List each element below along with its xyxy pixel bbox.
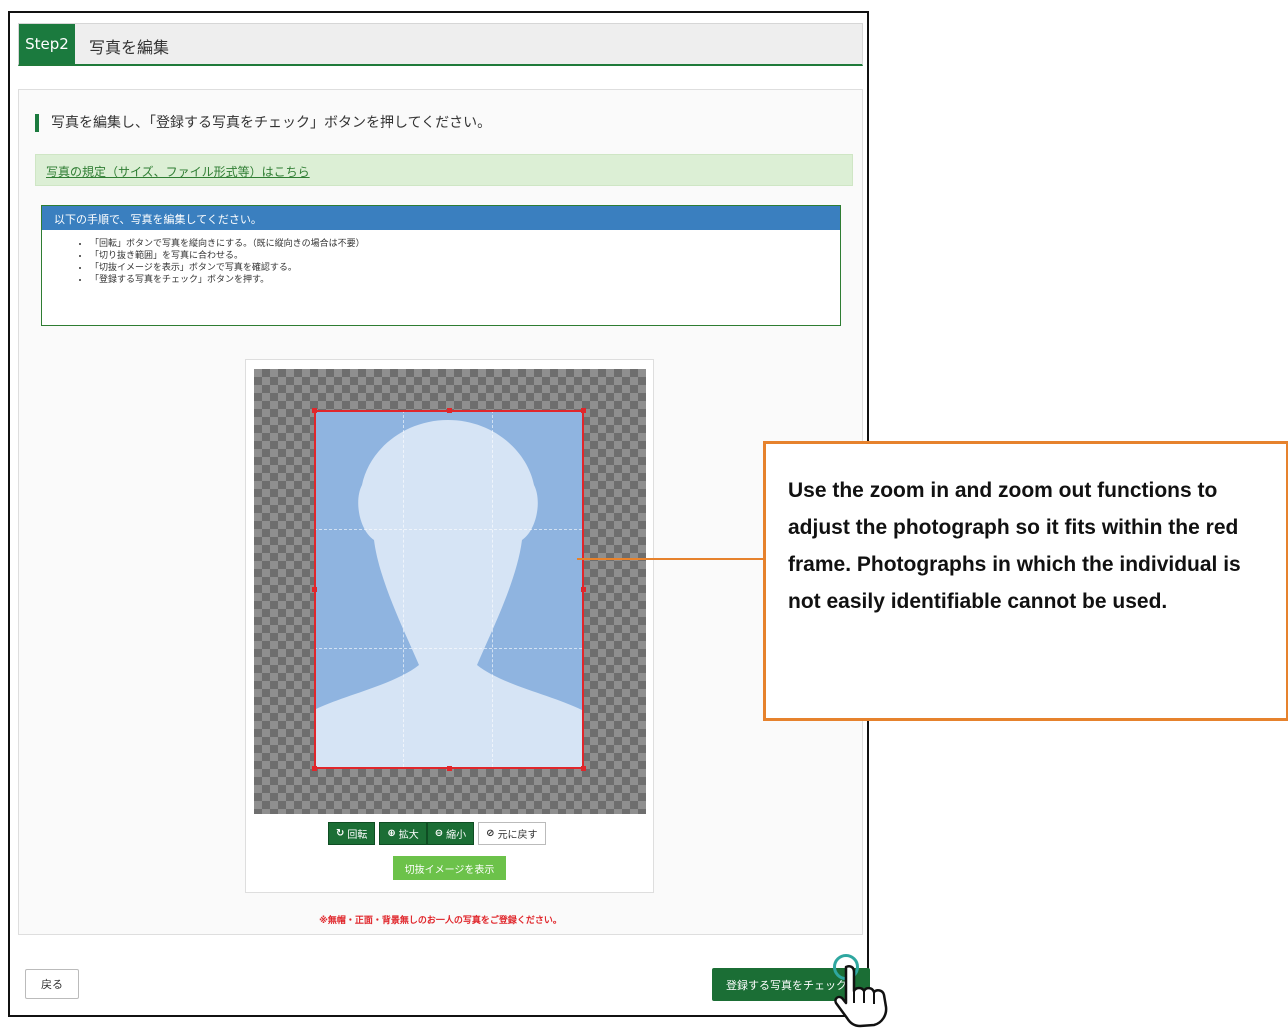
rules-bar: 写真の規定（サイズ、ファイル形式等）はこちら (35, 154, 853, 186)
crop-handle[interactable] (447, 766, 452, 771)
photo-editor: ↻ 回転 ⊕ 拡大 ⊖ 縮小 ⊘ 元に戻す 切抜イメージを表示 (245, 359, 654, 893)
reset-button[interactable]: ⊘ 元に戻す (478, 822, 546, 845)
list-item: 「切り抜き範囲」を写真に合わせる。 (90, 250, 840, 262)
photo-rules-link[interactable]: 写真の規定（サイズ、ファイル形式等）はこちら (46, 163, 310, 180)
edit-panel: 写真を編集し、「登録する写真をチェック」ボタンを押してください。 写真の規定（サ… (18, 89, 863, 935)
step-badge: Step2 (19, 24, 75, 64)
list-item: 「登録する写真をチェック」ボタンを押す。 (90, 274, 840, 286)
crop-handle[interactable] (581, 587, 586, 592)
list-item: 「回転」ボタンで写真を縦向きにする。（既に縦向きの場合は不要） (90, 238, 840, 250)
back-button[interactable]: 戻る (25, 969, 79, 999)
zoom-out-button[interactable]: ⊖ 縮小 (426, 822, 475, 845)
reset-label: 元に戻す (497, 830, 538, 841)
rotate-icon: ↻ (336, 828, 345, 839)
callout-connector (577, 558, 764, 560)
edit-toolbar: ↻ 回転 ⊕ 拡大 ⊖ 縮小 ⊘ 元に戻す (328, 822, 546, 845)
crop-handle[interactable] (581, 766, 586, 771)
callout-box: Use the zoom in and zoom out functions t… (763, 441, 1288, 721)
rotate-button[interactable]: ↻ 回転 (328, 822, 376, 845)
step-header: Step2 写真を編集 (18, 23, 863, 66)
crop-handle[interactable] (312, 408, 317, 413)
zoom-in-label: 拡大 (398, 830, 419, 841)
crop-handle[interactable] (312, 587, 317, 592)
zoom-out-label: 縮小 (446, 830, 467, 841)
instruction-text: 写真を編集し、「登録する写真をチェック」ボタンを押してください。 (35, 114, 491, 132)
app-frame: Step2 写真を編集 写真を編集し、「登録する写真をチェック」ボタンを押してく… (8, 11, 870, 1017)
step-title: 写真を編集 (89, 38, 170, 57)
rotate-label: 回転 (347, 830, 368, 841)
crop-handle[interactable] (581, 408, 586, 413)
zoom-in-button[interactable]: ⊕ 拡大 (379, 822, 427, 845)
zoom-in-icon: ⊕ (387, 828, 396, 839)
crop-handle[interactable] (447, 408, 452, 413)
reset-icon: ⊘ (486, 828, 495, 839)
crop-handle[interactable] (312, 766, 317, 771)
show-crop-preview-button[interactable]: 切抜イメージを表示 (393, 856, 506, 880)
zoom-out-icon: ⊖ (434, 828, 444, 839)
steps-list: 「回転」ボタンで写真を縦向きにする。（既に縦向きの場合は不要） 「切り抜き範囲」… (42, 238, 840, 286)
list-item: 「切抜イメージを表示」ボタンで写真を確認する。 (90, 262, 840, 274)
steps-box-title: 以下の手順で、写真を編集してください。 (42, 206, 840, 230)
steps-box: 以下の手順で、写真を編集してください。 「回転」ボタンで写真を縦向きにする。（既… (41, 205, 841, 326)
crop-canvas[interactable] (254, 369, 646, 814)
photo-warning: ※無帽・正面・背景無しのお一人の写真をご登録ください。 (319, 916, 562, 926)
crop-frame[interactable] (312, 408, 586, 771)
pointer-hand-icon (834, 964, 888, 1028)
